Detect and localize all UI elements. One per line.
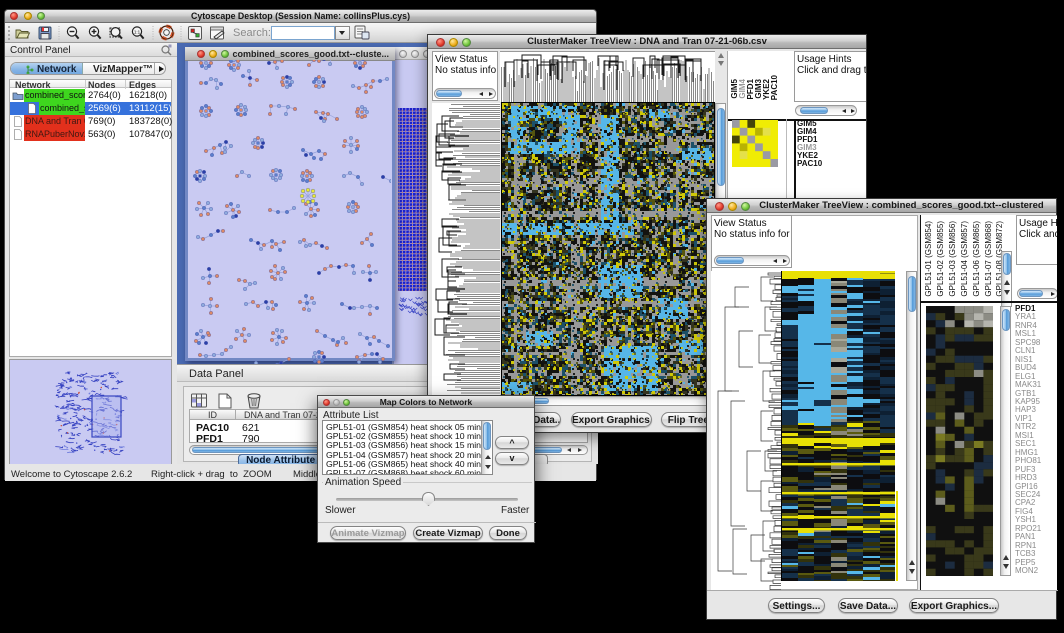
svg-text:1:1: 1:1 <box>134 30 141 35</box>
